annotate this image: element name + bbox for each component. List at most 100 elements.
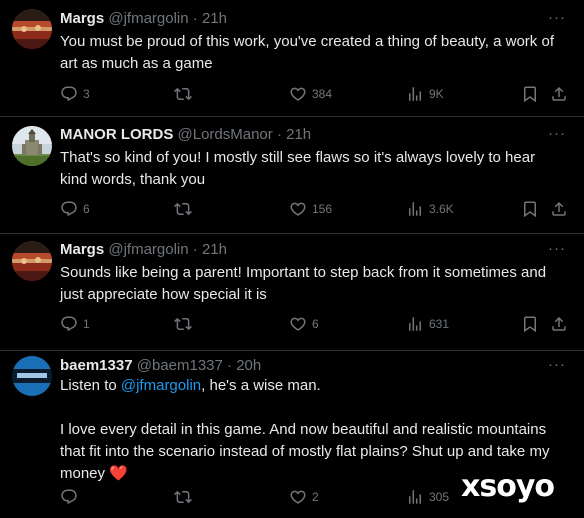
like-icon bbox=[289, 315, 307, 333]
retweet-button[interactable] bbox=[174, 314, 192, 334]
tweet-text-line: That's so kind of you! I mostly still se… bbox=[60, 149, 536, 166]
tweet-text-line: kind words, thank you bbox=[60, 171, 206, 188]
tweet-text-line: art as much as a game bbox=[60, 55, 213, 72]
user-handle[interactable]: @jfmargolin bbox=[108, 10, 188, 27]
tweet-text-line: just appreciate how special it is bbox=[60, 286, 267, 303]
tweet-header: Margs @jfmargolin · 21h bbox=[60, 240, 544, 260]
tweet-text: Sounds like being a parent! Important to… bbox=[60, 262, 565, 306]
more-icon[interactable]: ··· bbox=[548, 124, 566, 144]
views-icon bbox=[406, 315, 424, 333]
like-count: 2 bbox=[312, 490, 319, 504]
user-handle[interactable]: @baem1337 bbox=[137, 357, 223, 374]
views-icon bbox=[406, 488, 424, 506]
reply-count: 3 bbox=[83, 87, 90, 101]
view-count: 9K bbox=[429, 87, 444, 101]
reply-button[interactable]: 3 bbox=[60, 84, 90, 104]
avatar[interactable] bbox=[12, 9, 52, 49]
tweet-actions: 1 6 631 bbox=[60, 314, 584, 334]
views-button[interactable]: 9K bbox=[406, 84, 444, 104]
retweet-icon bbox=[174, 488, 192, 506]
bookmark-button[interactable] bbox=[521, 199, 539, 219]
retweet-icon bbox=[174, 200, 192, 218]
retweet-icon bbox=[174, 315, 192, 333]
timestamp[interactable]: 21h bbox=[286, 126, 311, 143]
bookmark-icon bbox=[521, 315, 539, 333]
tweet-text-line: Sounds like being a parent! Important to… bbox=[60, 264, 547, 281]
tweet-manor-lords[interactable]: MANOR LORDS @LordsManor · 21h ··· That's… bbox=[0, 117, 584, 234]
like-icon bbox=[289, 85, 307, 103]
timestamp[interactable]: 20h bbox=[236, 357, 261, 374]
views-button[interactable]: 305 bbox=[406, 487, 449, 507]
like-icon bbox=[289, 488, 307, 506]
avatar[interactable] bbox=[12, 241, 52, 281]
reply-icon bbox=[60, 85, 78, 103]
like-count: 6 bbox=[312, 317, 319, 331]
more-icon[interactable]: ··· bbox=[548, 8, 566, 28]
heart-emoji: ❤️ bbox=[109, 465, 128, 482]
separator-dot: · bbox=[276, 126, 282, 143]
share-button[interactable] bbox=[550, 84, 568, 104]
tweet-header: Margs @jfmargolin · 21h bbox=[60, 9, 544, 29]
timestamp[interactable]: 21h bbox=[202, 10, 227, 27]
tweet-actions: 3 384 9K bbox=[60, 84, 584, 104]
views-icon bbox=[406, 85, 424, 103]
avatar[interactable] bbox=[12, 356, 52, 396]
reply-icon bbox=[60, 315, 78, 333]
tweet-text-line: You must be proud of this work, you've c… bbox=[60, 33, 554, 50]
tweet-text: You must be proud of this work, you've c… bbox=[60, 31, 565, 75]
tweet-text-line: that fit into the scenario instead of mo… bbox=[60, 443, 550, 460]
display-name[interactable]: MANOR LORDS bbox=[60, 126, 173, 143]
reply-icon bbox=[60, 200, 78, 218]
share-button[interactable] bbox=[550, 314, 568, 334]
tweet-margs-2[interactable]: Margs @jfmargolin · 21h ··· Sounds like … bbox=[0, 234, 584, 351]
display-name[interactable]: baem1337 bbox=[60, 357, 133, 374]
reply-button[interactable]: 6 bbox=[60, 199, 90, 219]
bookmark-button[interactable] bbox=[521, 314, 539, 334]
timestamp[interactable]: 21h bbox=[202, 241, 227, 258]
mention-link[interactable]: @jfmargolin bbox=[121, 377, 201, 394]
reply-count: 6 bbox=[83, 202, 90, 216]
like-button[interactable]: 6 bbox=[289, 314, 319, 334]
like-count: 384 bbox=[312, 87, 333, 101]
share-icon bbox=[550, 200, 568, 218]
share-icon bbox=[550, 85, 568, 103]
more-icon[interactable]: ··· bbox=[548, 239, 566, 259]
user-handle[interactable]: @jfmargolin bbox=[108, 241, 188, 258]
avatar[interactable] bbox=[12, 126, 52, 166]
text-fragment: , he's a wise man. bbox=[201, 377, 321, 394]
share-button[interactable] bbox=[550, 199, 568, 219]
separator-dot: · bbox=[192, 241, 198, 258]
user-handle[interactable]: @LordsManor bbox=[178, 126, 273, 143]
display-name[interactable]: Margs bbox=[60, 10, 104, 27]
reply-button[interactable]: 1 bbox=[60, 314, 90, 334]
tweet-margs-1[interactable]: Margs @jfmargolin · 21h ··· You must be … bbox=[0, 0, 584, 117]
like-count: 156 bbox=[312, 202, 333, 216]
tweet-text-line: Listen to @jfmargolin, he's a wise man. bbox=[60, 375, 565, 397]
retweet-icon bbox=[174, 85, 192, 103]
like-button[interactable]: 156 bbox=[289, 199, 332, 219]
text-fragment: money bbox=[60, 465, 106, 482]
bookmark-icon bbox=[521, 200, 539, 218]
text-fragment: Listen to bbox=[60, 377, 121, 394]
reply-count: 1 bbox=[83, 317, 90, 331]
retweet-button[interactable] bbox=[174, 84, 192, 104]
bookmark-button[interactable] bbox=[521, 84, 539, 104]
like-icon bbox=[289, 200, 307, 218]
more-icon[interactable]: ··· bbox=[548, 355, 566, 375]
tweet-actions: 6 156 3.6K bbox=[60, 199, 584, 219]
reply-button[interactable] bbox=[60, 487, 78, 507]
views-button[interactable]: 631 bbox=[406, 314, 449, 334]
display-name[interactable]: Margs bbox=[60, 241, 104, 258]
retweet-button[interactable] bbox=[174, 487, 192, 507]
views-button[interactable]: 3.6K bbox=[406, 199, 454, 219]
watermark: xsoyo bbox=[461, 469, 555, 504]
like-button[interactable]: 384 bbox=[289, 84, 332, 104]
reply-icon bbox=[60, 488, 78, 506]
tweet-header: MANOR LORDS @LordsManor · 21h bbox=[60, 125, 544, 145]
retweet-button[interactable] bbox=[174, 199, 192, 219]
views-icon bbox=[406, 200, 424, 218]
like-button[interactable]: 2 bbox=[289, 487, 319, 507]
tweet-text-line: I love every detail in this game. And no… bbox=[60, 421, 547, 438]
separator-dot: · bbox=[192, 10, 198, 27]
